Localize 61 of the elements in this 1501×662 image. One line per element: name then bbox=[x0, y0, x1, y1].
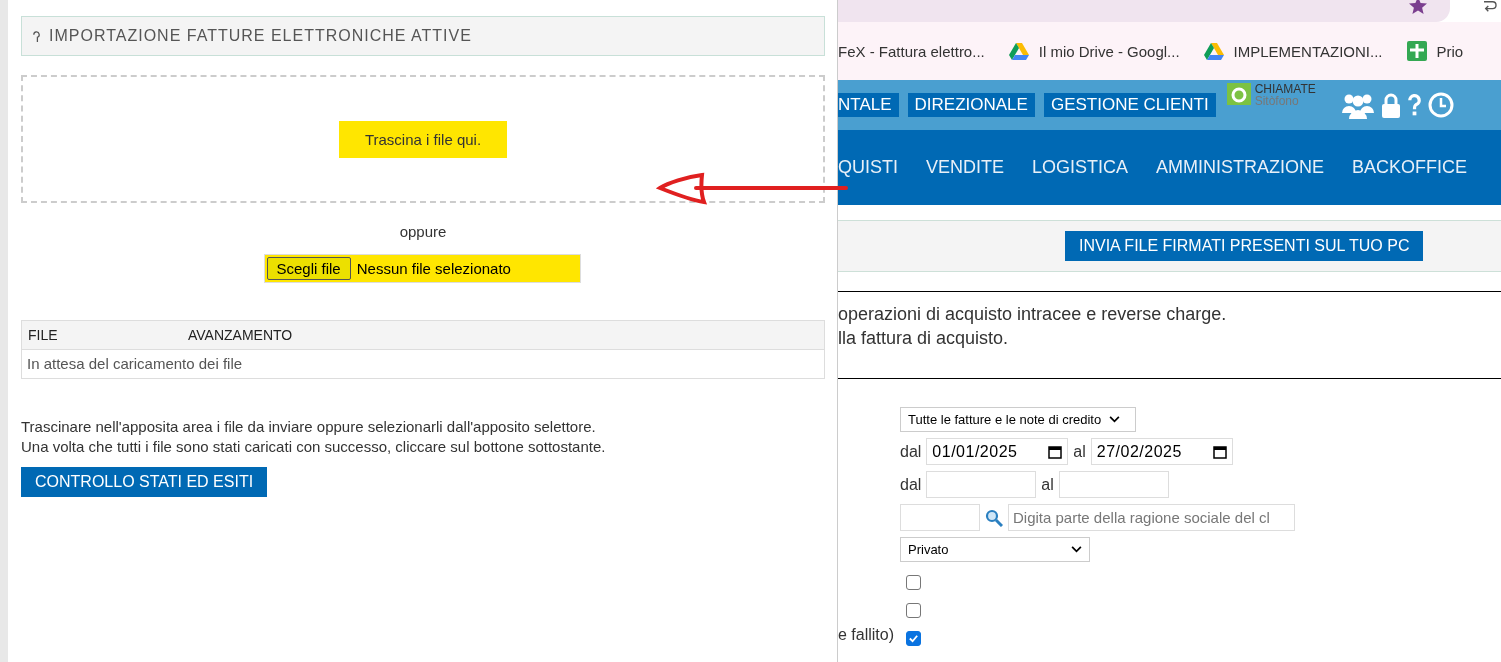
bookmark[interactable]: IMPLEMENTAZIONI... bbox=[1203, 42, 1383, 60]
calendar-icon bbox=[1048, 444, 1063, 459]
note-text: operazioni di acquisto intracee e reverse charge. bbox=[838, 303, 1228, 326]
chevron-icon bbox=[1109, 416, 1121, 423]
clock-icon[interactable] bbox=[1427, 92, 1454, 118]
table-cell-text: In attesa del caricamento dei file bbox=[26, 354, 244, 374]
or-label: oppure bbox=[398, 223, 448, 240]
note-text: lla fattura di acquisto. bbox=[838, 327, 1010, 350]
type-select[interactable]: Tutte le fatture e le note di credito bbox=[900, 407, 1136, 432]
menu-tab[interactable]: NTALE bbox=[838, 93, 899, 117]
nav-item[interactable]: BACKOFFICE bbox=[1352, 157, 1468, 178]
drop-zone[interactable]: Trascina i file qui. bbox=[21, 75, 825, 203]
chevron-icon bbox=[1071, 546, 1082, 553]
column-header: FILE bbox=[27, 327, 59, 343]
kind-select[interactable]: Privato bbox=[900, 537, 1090, 562]
checkbox[interactable] bbox=[906, 575, 921, 590]
range-field[interactable] bbox=[1058, 471, 1169, 498]
logo-icon bbox=[1226, 83, 1251, 105]
date-label: al bbox=[1073, 442, 1086, 461]
triangle-icon bbox=[1008, 42, 1029, 60]
status-check-button[interactable]: CONTROLLO STATI ED ESITI bbox=[21, 467, 268, 497]
menu-tab[interactable]: DIREZIONALE bbox=[907, 93, 1035, 117]
customer-search-field[interactable]: Digita parte della ragione sociale del cl bbox=[1008, 504, 1295, 531]
file-input[interactable]: Scegli file Nessun file selezionato bbox=[263, 254, 581, 283]
file-status: Nessun file selezionato bbox=[356, 260, 511, 277]
code-field[interactable] bbox=[900, 504, 980, 531]
plus-square-icon bbox=[1406, 41, 1427, 61]
check-icon bbox=[908, 633, 919, 644]
checkbox-label: e fallito) bbox=[838, 626, 896, 644]
choose-file-button[interactable]: Scegli file bbox=[266, 257, 351, 280]
instruction-text: Trascinare nell'apposita area i file da inviare oppure selezionarli dall'apposito selettore. bbox=[21, 417, 597, 437]
instruction-text: Una volta che tutti i file sono stati caricati con successo, cliccare sul bottone sottostante. bbox=[21, 437, 607, 457]
star-icon[interactable] bbox=[1408, 0, 1428, 16]
range-field[interactable] bbox=[926, 471, 1037, 498]
nav-item[interactable]: VENDITE bbox=[926, 157, 1005, 178]
checkbox[interactable] bbox=[906, 631, 921, 646]
bookmark[interactable]: Prio bbox=[1406, 41, 1464, 61]
dialog-title: IMPORTAZIONE FATTURE ELETTRONICHE ATTIVE bbox=[21, 16, 825, 56]
range-label: al bbox=[1041, 475, 1054, 494]
triangle-icon bbox=[1203, 42, 1224, 60]
calendar-icon bbox=[1212, 444, 1227, 459]
drop-hint: Trascina i file qui. bbox=[338, 120, 508, 158]
column-header: AVANZAMENTO bbox=[188, 327, 293, 343]
range-label: dal bbox=[900, 475, 922, 494]
date-field[interactable]: 27/02/2025 bbox=[1090, 438, 1233, 465]
help-icon[interactable] bbox=[1406, 93, 1422, 117]
logo-subtext: Sitòfono bbox=[1254, 95, 1300, 107]
checkbox[interactable] bbox=[906, 603, 921, 618]
menu-tab[interactable]: GESTIONE CLIENTI bbox=[1043, 93, 1216, 117]
search-icon[interactable] bbox=[985, 508, 1003, 527]
bookmark[interactable]: FeX - Fattura elettro... bbox=[838, 42, 985, 60]
nav-item[interactable]: QUISTI bbox=[838, 157, 898, 178]
date-label: dal bbox=[900, 442, 922, 461]
bookmark[interactable]: Il mio Drive - Googl... bbox=[1008, 42, 1180, 60]
logo-text: CHIAMATE bbox=[1254, 83, 1316, 95]
lock-icon[interactable] bbox=[1380, 92, 1401, 118]
send-files-button[interactable]: INVIA FILE FIRMATI PRESENTI SUL TUO PC bbox=[1065, 231, 1424, 261]
nav-item[interactable]: AMMINISTRAZIONE bbox=[1156, 157, 1325, 178]
date-field[interactable]: 01/01/2025 bbox=[926, 438, 1069, 465]
nav-item[interactable]: LOGISTICA bbox=[1032, 157, 1129, 178]
hook-icon bbox=[32, 30, 41, 42]
